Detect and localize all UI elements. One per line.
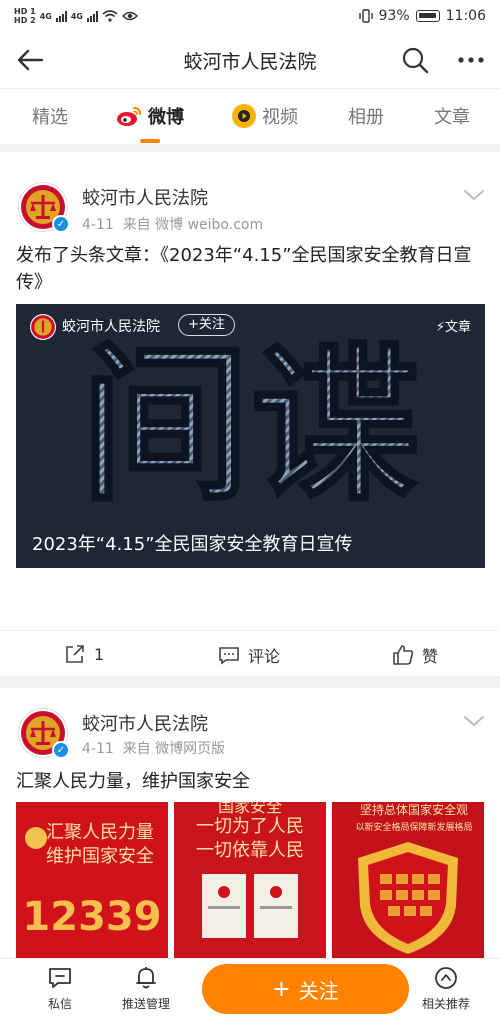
signal-icon: [55, 10, 67, 22]
share-icon: [66, 645, 84, 663]
comment-label: 评论: [248, 647, 281, 666]
related-icon: [435, 967, 457, 989]
image-thumbnail[interactable]: 汇聚人民力量 维护国家安全 12339: [16, 802, 168, 958]
article-badge-label: 文章: [444, 320, 471, 335]
tab-video[interactable]: 视频: [232, 103, 298, 129]
hd1-label: HD 1: [14, 7, 36, 16]
tab-label: 视频: [262, 107, 298, 128]
video-tab-icon: [232, 104, 256, 128]
related-recommendations-button[interactable]: 相关推荐: [406, 965, 486, 1012]
post-date: 4-11: [82, 217, 114, 233]
post-text[interactable]: 发布了头条文章：《2023年“4.15”全民国家安全教育日宣传》: [16, 242, 484, 296]
network-4g-2: 4G: [70, 11, 83, 21]
post-text[interactable]: 汇聚人民力量，维护国家安全: [16, 768, 484, 795]
tab-articles[interactable]: 文章: [434, 103, 470, 129]
network-4g-1: 4G: [39, 11, 52, 21]
poster-line: 国家安全: [218, 802, 282, 816]
article-badge: ⚡文章: [436, 316, 471, 335]
like-button[interactable]: 赞: [392, 643, 438, 667]
active-tab-indicator: [140, 139, 160, 143]
bottom-action-bar: 私信 推送管理 + 关注 相关推荐: [0, 958, 500, 1020]
post-card[interactable]: ✓ 蛟河市人民法院 4-11 来自 微博网页版 汇聚人民力量，维护国家安全 汇聚…: [0, 688, 500, 958]
plus-icon: +: [272, 976, 291, 1002]
hotline-number: 12339: [22, 894, 161, 940]
more-options-icon[interactable]: [456, 45, 486, 75]
poster-line: 一切依靠人民: [196, 840, 304, 861]
tab-label: 精选: [32, 107, 68, 128]
signal-icon-2: [86, 10, 98, 22]
app-header: 蛟河市人民法院: [0, 32, 500, 88]
poster-line: 维护国家安全: [46, 846, 154, 867]
chevron-down-icon[interactable]: [462, 712, 486, 730]
push-label: 推送管理: [121, 997, 170, 1011]
tab-album[interactable]: 相册: [348, 103, 384, 129]
push-settings-button[interactable]: 推送管理: [106, 965, 186, 1012]
share-count: 1: [94, 644, 105, 664]
avatar[interactable]: ✓: [18, 182, 70, 233]
lightning-icon: ⚡: [435, 320, 445, 335]
author-name[interactable]: 蛟河市人民法院: [82, 184, 208, 210]
messages-button[interactable]: 私信: [20, 965, 100, 1012]
image-thumbnail[interactable]: 坚持总体国家安全观 以新安全格局保障新发展格局: [332, 802, 484, 958]
tab-label: 微博: [148, 107, 184, 128]
poster-line: 一切为了人民: [196, 816, 304, 837]
share-button[interactable]: 1: [64, 643, 104, 665]
message-icon: [49, 968, 71, 988]
post-actions: 1 评论 赞: [0, 630, 500, 676]
profile-tabs: 精选 微博 视频 相册 文章: [0, 88, 500, 144]
verified-badge-icon: ✓: [52, 215, 70, 233]
post-date: 4-11: [82, 741, 114, 757]
weibo-logo-icon: [117, 107, 141, 126]
messages-label: 私信: [47, 997, 72, 1011]
wifi-icon: [102, 10, 118, 22]
post-source: 来自 微博 weibo.com: [122, 217, 264, 233]
thumbs-up-icon: [393, 645, 414, 665]
article-preview[interactable]: 间谍 蛟河市人民法院 +关注 ⚡文章 2023年“4.15”全民国家安全教育日宣…: [16, 304, 485, 568]
follow-label: 关注: [298, 978, 339, 1003]
poster-line: 汇聚人民力量: [46, 822, 154, 843]
search-icon[interactable]: [400, 45, 430, 75]
poster-line: 以新安全格局保障新发展格局: [355, 821, 472, 833]
chevron-down-icon[interactable]: [462, 186, 486, 204]
media-author-name: 蛟河市人民法院: [62, 319, 160, 335]
post-meta: 4-11 来自 微博网页版: [82, 738, 225, 758]
signal-indicators: HD 1 HD 2 4G 4G: [14, 7, 138, 25]
comment-button[interactable]: 评论: [218, 643, 280, 667]
media-avatar: [30, 314, 56, 340]
tab-label: 相册: [348, 107, 384, 128]
eye-icon: [121, 11, 138, 21]
like-label: 赞: [422, 647, 439, 666]
image-grid: 汇聚人民力量 维护国家安全 12339 国家安全 一切为了人民 一切依靠人民 坚…: [16, 802, 485, 958]
article-cover-art: 间谍: [16, 334, 485, 514]
media-follow-button[interactable]: +关注: [178, 314, 235, 336]
author-name[interactable]: 蛟河市人民法院: [82, 710, 208, 736]
post-meta: 4-11 来自 微博 weibo.com: [82, 214, 263, 234]
battery-percent: 93%: [378, 8, 410, 24]
poster-image: 汇聚人民力量 维护国家安全 12339: [16, 802, 168, 958]
status-bar: HD 1 HD 2 4G 4G 93% 11:06: [0, 0, 500, 32]
tab-label: 文章: [434, 107, 470, 128]
poster-image: 国家安全 一切为了人民 一切依靠人民: [174, 802, 326, 958]
vibrate-icon: [358, 9, 373, 23]
battery-icon: [415, 10, 440, 22]
avatar[interactable]: ✓: [18, 708, 70, 759]
related-label: 相关推荐: [421, 997, 470, 1011]
poster-image: 坚持总体国家安全观 以新安全格局保障新发展格局: [332, 802, 484, 958]
article-caption: 2023年“4.15”全民国家安全教育日宣传: [32, 534, 353, 555]
comment-icon: [219, 647, 239, 665]
image-thumbnail[interactable]: 国家安全 一切为了人民 一切依靠人民: [174, 802, 326, 958]
hd2-label: HD 2: [14, 16, 36, 25]
cover-big-text: 间谍: [80, 334, 420, 514]
tab-featured[interactable]: 精选: [32, 103, 68, 129]
tab-weibo[interactable]: 微博: [116, 103, 184, 129]
poster-line: 坚持总体国家安全观: [360, 802, 468, 817]
post-source: 来自 微博网页版: [122, 741, 226, 757]
follow-button[interactable]: + 关注: [202, 964, 409, 1014]
clock: 11:06: [445, 8, 486, 24]
bell-settings-icon: [136, 967, 156, 989]
post-card[interactable]: ✓ 蛟河市人民法院 4-11 来自 微博 weibo.com 发布了头条文章：《…: [0, 152, 500, 676]
verified-badge-icon: ✓: [52, 741, 70, 759]
